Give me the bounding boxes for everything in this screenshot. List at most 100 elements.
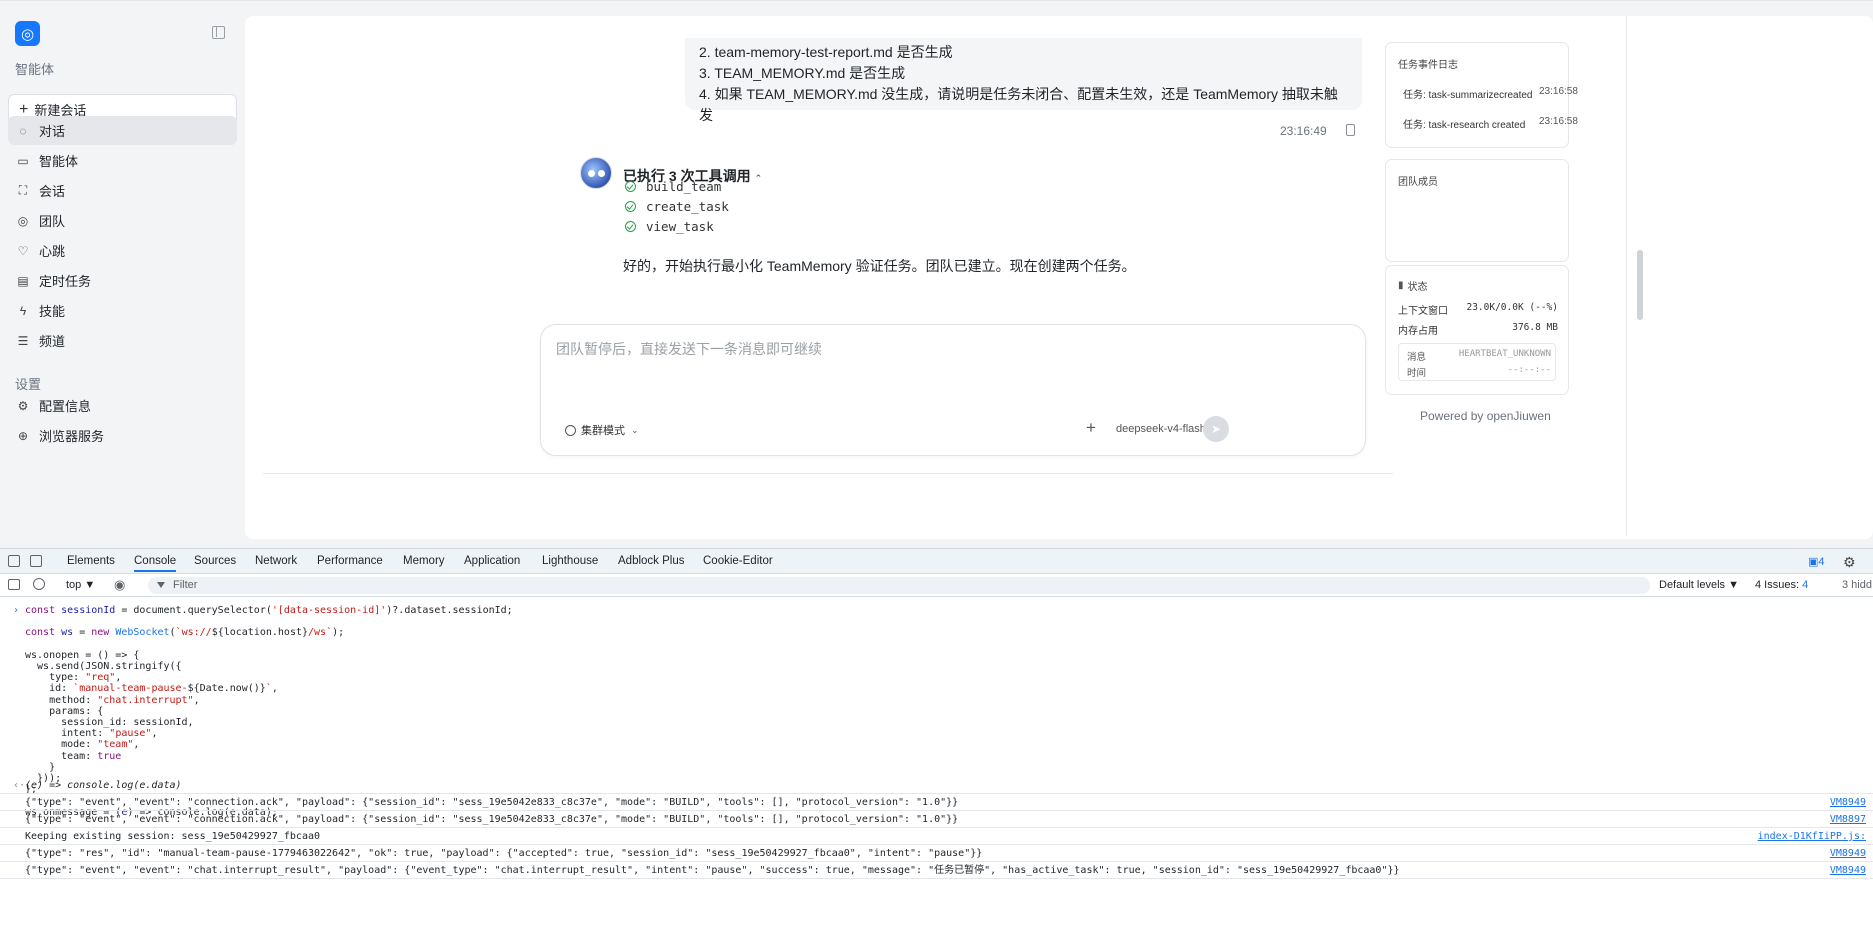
tab-console[interactable]: Console: [134, 555, 177, 572]
devtools-tab-bar: Elements Console Sources Network Perform…: [0, 548, 1873, 574]
sidebar-collapse-icon[interactable]: [212, 26, 225, 39]
tab-performance[interactable]: Performance: [317, 555, 383, 567]
monitor-icon: ▭: [17, 153, 29, 168]
issues-count: 4: [1802, 579, 1809, 591]
devtools-panel: Elements Console Sources Network Perform…: [0, 548, 1873, 945]
clipboard-icon: ▤: [17, 273, 29, 288]
console-toolbar: top ▼ ◉ Filter Default levels ▼ 4 Issues…: [0, 574, 1873, 597]
sidebar-item-scheduled-tasks[interactable]: ▤ 定时任务: [8, 266, 237, 295]
stat-value: HEARTBEAT_UNKNOWN: [1458, 349, 1551, 359]
sidebar-item-team[interactable]: ◎ 团队: [8, 206, 237, 235]
stat-label: 内存占用: [1398, 326, 1438, 337]
user-message-line: 2. team-memory-test-report.md 是否生成: [699, 44, 953, 60]
tool-call-name: create_task: [646, 199, 729, 214]
tab-cookie-editor[interactable]: Cookie-Editor: [703, 555, 773, 567]
sidebar-item-agents[interactable]: ▭ 智能体: [8, 146, 237, 175]
tab-adblock-plus[interactable]: Adblock Plus: [618, 555, 684, 567]
log-text: {"type": "res", "id": "manual-team-pause…: [25, 848, 983, 859]
sidebar-item-label: 定时任务: [39, 274, 92, 289]
chevron-right-icon: ›: [13, 605, 20, 616]
tool-call-item: build_team: [625, 179, 721, 194]
hidden-count: 3 hidd: [1842, 579, 1872, 591]
user-message-bubble: 2. team-memory-test-report.md 是否生成 3. TE…: [685, 38, 1362, 123]
device-toggle-icon[interactable]: [30, 555, 42, 567]
sidebar-item-channels[interactable]: ☰ 频道: [8, 326, 237, 355]
issues-link[interactable]: 4 Issues: 4: [1755, 579, 1808, 591]
chevron-up-icon: ⌃: [754, 173, 763, 183]
event-row: 任务: task-summarizecreated 23:16:58: [1403, 86, 1578, 101]
composer-input[interactable]: 团队暂停后，直接发送下一条消息即可继续: [556, 339, 822, 359]
attach-plus-icon[interactable]: +: [1086, 418, 1096, 438]
assistant-avatar: [580, 157, 612, 189]
event-time: 23:16:58: [1539, 116, 1578, 127]
check-circle-icon: [625, 181, 636, 192]
check-circle-icon: [625, 221, 636, 232]
sidebar-item-label: 浏览器服务: [39, 429, 105, 444]
settings-gear-icon[interactable]: ⚙: [1843, 554, 1856, 571]
tab-application[interactable]: Application: [464, 555, 520, 567]
log-source-link[interactable]: VM8949: [1823, 845, 1866, 861]
sidebar-item-browser-service[interactable]: ⊕ 浏览器服务: [8, 421, 237, 450]
log-source-link[interactable]: VM8949: [1823, 862, 1866, 878]
tool-call-item: view_task: [625, 219, 714, 234]
tab-lighthouse[interactable]: Lighthouse: [542, 555, 598, 567]
eye-icon[interactable]: ◉: [114, 577, 125, 593]
console-filter-input[interactable]: Filter: [148, 577, 1650, 594]
console-log-row: {"type": "res", "id": "manual-team-pause…: [0, 845, 1873, 862]
issues-badge-count: 4: [1818, 556, 1825, 568]
user-message-line: 4. 如果 TEAM_MEMORY.md 没生成，请说明是任务未闭合、配置未生效…: [699, 86, 1338, 123]
tab-memory[interactable]: Memory: [403, 555, 445, 567]
sidebar-item-label: 对话: [39, 124, 66, 139]
clear-console-icon[interactable]: [33, 578, 45, 590]
gear-icon: ⚙: [17, 398, 29, 413]
sidebar-item-chat[interactable]: ◌ 对话: [8, 116, 237, 145]
sidebar-item-heartbeat[interactable]: ♡ 心跳: [8, 236, 237, 265]
log-text: {"type": "event", "event": "connection.a…: [25, 814, 959, 825]
tool-call-item: create_task: [625, 199, 729, 214]
scan-icon: ⛶: [18, 183, 28, 197]
log-source-link[interactable]: VM8897: [1823, 811, 1866, 827]
chat-scrollbar[interactable]: [1637, 250, 1643, 320]
sidebar-toggle-icon[interactable]: [8, 579, 20, 590]
return-arrow-icon: ‹·: [13, 780, 26, 791]
tab-network[interactable]: Network: [255, 555, 297, 567]
tab-elements[interactable]: Elements: [67, 555, 115, 567]
log-levels-select[interactable]: Default levels ▼: [1659, 579, 1739, 591]
message-composer[interactable]: 团队暂停后，直接发送下一条消息即可继续 集群模式 ⌄ + deepseek-v4-…: [540, 324, 1366, 456]
sidebar-item-label: 频道: [39, 334, 66, 349]
sidebar-item-label: 配置信息: [39, 399, 92, 414]
console-log-row: {"type": "event", "event": "chat.interru…: [0, 862, 1873, 879]
copy-icon[interactable]: [1346, 124, 1355, 136]
log-source-link[interactable]: VM8949: [1823, 794, 1866, 810]
model-select[interactable]: deepseek-v4-flash: [1116, 423, 1206, 435]
console-log-row: {"type": "event", "event": "connection.a…: [0, 794, 1873, 811]
sidebar-item-skills[interactable]: ϟ 技能: [8, 296, 237, 325]
sidebar-item-label: 团队: [39, 214, 66, 229]
send-button[interactable]: ➤: [1203, 416, 1229, 442]
log-text: {"type": "event", "event": "chat.interru…: [25, 865, 1400, 876]
status-card: ▮ 状态 上下文窗口 23.0K/0.0K (--%) 内存占用 376.8 MB 消…: [1385, 265, 1569, 395]
log-source-link[interactable]: index-D1KfIiPP.js:: [1751, 828, 1866, 844]
divider: [263, 473, 1393, 474]
inspect-element-icon[interactable]: [8, 555, 20, 567]
context-select[interactable]: top ▼: [66, 579, 95, 591]
stat-label: 上下文窗口: [1398, 306, 1448, 317]
issues-badge[interactable]: ▣4: [1808, 555, 1825, 568]
tool-call-name: view_task: [646, 219, 714, 234]
user-message-line: 3. TEAM_MEMORY.md 是否生成: [699, 65, 906, 81]
right-panel-divider: [1626, 16, 1627, 536]
app-window: ◎ 智能体 + 新建会话 ◌ 对话 ▭ 智能体 ⛶ 会话 ◎ 团队 ♡ 心跳 ▤ 定时任务 ϟ…: [0, 0, 1873, 548]
task-event-log-card: 任务事件日志 任务: task-summarizecreated 23:16:58…: [1385, 42, 1578, 148]
sidebar-item-sessions[interactable]: ⛶ 会话: [8, 176, 237, 205]
status-title-row: ▮ 状态: [1398, 278, 1428, 293]
sidebar: ◎ 智能体 + 新建会话 ◌ 对话 ▭ 智能体 ⛶ 会话 ◎ 团队 ♡ 心跳 ▤ 定时任务 ϟ…: [0, 1, 245, 549]
console-log-row: {"type": "event", "event": "connection.a…: [0, 811, 1873, 828]
sidebar-item-config[interactable]: ⚙ 配置信息: [8, 391, 237, 420]
cluster-icon: [565, 424, 576, 436]
chevron-down-icon: ⌄: [631, 424, 639, 435]
console-output[interactable]: › const sessionId = document.querySelect…: [0, 597, 1873, 945]
mode-select[interactable]: 集群模式 ⌄: [565, 422, 639, 438]
event-time: 23:16:58: [1539, 86, 1578, 97]
return-text: (e) => console.log(e.data): [25, 780, 182, 791]
tab-sources[interactable]: Sources: [194, 555, 236, 567]
